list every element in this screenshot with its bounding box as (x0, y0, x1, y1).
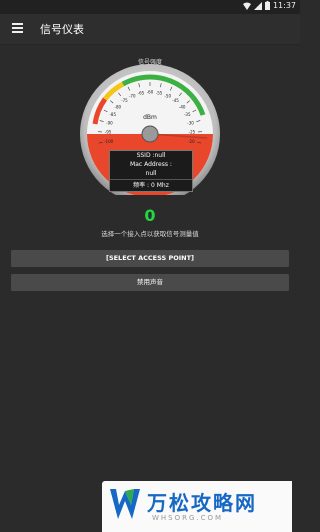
status-time: 11:37 (272, 1, 296, 10)
banner-brand: 万松攻略网 (147, 491, 257, 515)
gauge-scale-label: -50 (164, 93, 171, 98)
gauge-scale-label: -20 (188, 139, 195, 144)
gauge-scale-label: -55 (156, 90, 163, 95)
freq-value: 0 Mhz (151, 182, 169, 189)
gauge-info-panel: SSID :null Mac Address : null 频率 : 0 Mhz (109, 150, 193, 192)
gauge-scale-label: -85 (109, 112, 116, 117)
battery-icon (264, 1, 270, 10)
gauge-scale-label: -95 (105, 130, 112, 135)
watermark-banner: 万松攻略网 WHSORG.COM (102, 481, 292, 532)
gauge-scale-label: -65 (138, 90, 145, 95)
gauge-scale-label: -45 (172, 98, 179, 103)
gauge-scale-label: -90 (106, 121, 113, 126)
signal-icon (253, 1, 262, 10)
gauge-scale-label: -100 (104, 139, 114, 144)
gauge-scale-label: -25 (189, 130, 196, 135)
menu-icon[interactable] (12, 23, 23, 33)
gauge-scale-label: -70 (129, 93, 136, 98)
gauge-scale-label: -30 (187, 121, 194, 126)
w-logo-icon (110, 489, 140, 519)
disable-sound-button[interactable]: 禁用声音 (11, 274, 289, 291)
status-icons: 11:37 (242, 1, 296, 10)
freq-label: 频率 : (133, 182, 150, 189)
mac-label: Mac Address : (130, 161, 172, 168)
ssid-label: SSID :null (136, 152, 166, 159)
signal-value: 0 (144, 206, 156, 225)
gauge-scale-label: -60 (147, 90, 154, 95)
gauge-scale-label: -40 (179, 105, 186, 110)
gauge-scale-label: -35 (184, 112, 191, 117)
gauge-scale-label: -75 (121, 98, 128, 103)
gauge-unit: dBm (143, 114, 157, 121)
gauge-scale-label: -80 (115, 105, 122, 110)
select-access-point-button[interactable]: [SELECT ACCESS POINT] (11, 250, 289, 267)
gauge-hub (141, 125, 159, 143)
page-title: 信号仪表 (40, 23, 84, 36)
app-bar: 信号仪表 (0, 14, 300, 45)
wifi-icon (242, 2, 251, 10)
mac-value: null (145, 170, 157, 177)
status-bar: 11:37 (0, 0, 300, 14)
banner-domain: WHSORG.COM (152, 514, 224, 522)
hint-text: 选择一个接入点以获取信号测量值 (101, 230, 199, 238)
